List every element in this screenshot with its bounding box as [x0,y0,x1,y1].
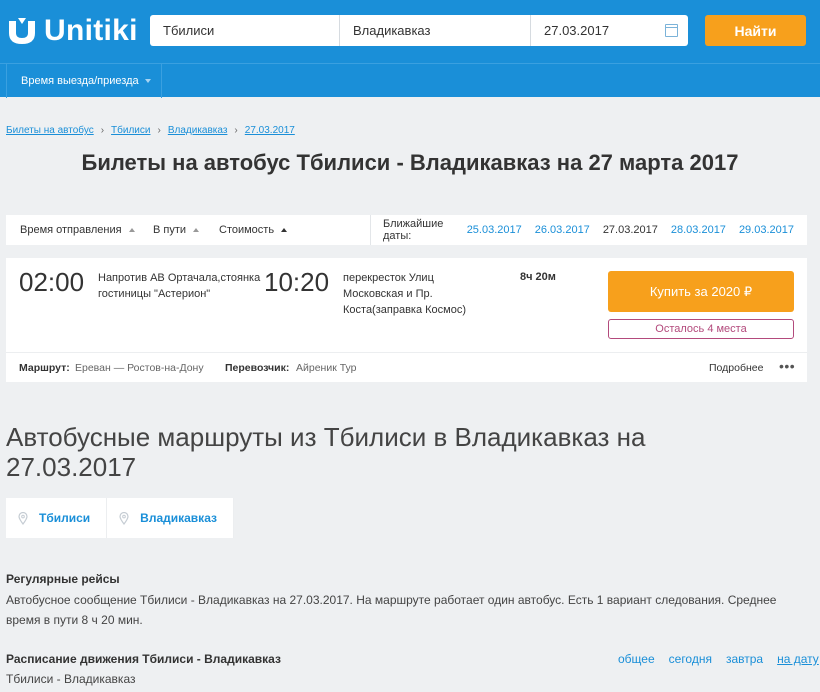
city-tab-to[interactable]: Владикавказ [107,498,234,538]
carrier-label: Перевозчик: [225,362,290,374]
breadcrumb: Билеты на автобус › Тбилиси › Владикавка… [6,125,295,136]
breadcrumb-link[interactable]: Билеты на автобус [6,125,94,136]
city-tabs: Тбилиси Владикавказ [6,498,234,538]
from-value: Тбилиси [163,23,215,38]
trip-duration: 8ч 20м [520,271,556,283]
sort-arrow-icon [128,228,135,232]
trip-details-row: Маршрут: Ереван — Ростов-на-Дону Перевоз… [6,352,807,382]
details-link[interactable]: Подробнее [709,362,763,374]
breadcrumb-separator: › [234,125,238,136]
calendar-icon[interactable] [665,24,678,37]
from-input[interactable]: Тбилиси [150,15,340,46]
sort-price[interactable]: Стоимость [219,215,288,245]
logo[interactable]: Unitiki [6,14,138,48]
top-header: Unitiki Тбилиси Владикавказ 27.03.2017 Н… [0,0,820,98]
arrival-stop: перекресток Улиц Московская и Пр. Коста(… [343,272,467,316]
breadcrumb-separator: › [100,125,105,136]
sort-travel-label: В пути [153,224,187,236]
to-input[interactable]: Владикавказ [340,15,531,46]
departure-time: 02:00 [19,267,85,297]
schedule-link-date[interactable]: на дату [777,652,819,666]
regular-trips-text: Автобусное сообщение Тбилиси - Владикавк… [6,593,777,627]
breadcrumb-link[interactable]: Владикавказ [168,125,228,136]
sort-departure-label: Время отправления [20,224,122,236]
chevron-down-icon [144,79,151,83]
route-label: Маршрут: [19,362,70,374]
breadcrumb-link[interactable]: Тбилиси [111,125,150,136]
search-button[interactable]: Найти [705,15,806,46]
schedule-link-tomorrow[interactable]: завтра [726,652,763,666]
date-link[interactable]: 29.03.2017 [739,224,794,236]
date-link[interactable]: 26.03.2017 [535,224,590,236]
breadcrumb-link[interactable]: 27.03.2017 [245,125,295,136]
date-current: 27.03.2017 [602,224,658,236]
to-value: Владикавказ [353,23,431,38]
schedule-links: общее сегодня завтра на дату [618,652,819,666]
sort-travel-time[interactable]: В пути [153,215,200,245]
date-input[interactable]: 27.03.2017 [531,15,688,46]
date-link[interactable]: 25.03.2017 [467,224,522,236]
date-link[interactable]: 28.03.2017 [671,224,726,236]
more-dots-icon[interactable]: ••• [779,358,795,374]
nearest-dates: Ближайшие даты: 25.03.2017 26.03.2017 27… [370,215,807,245]
route-value: Ереван — Ростов-на-Дону [75,362,204,374]
filter-bar: Время выезда/приезда [0,63,820,98]
departure-stop: Напротив АВ Ортачала,стоянка гостиницы "… [98,272,261,300]
seats-left-badge: Осталось 4 места [608,319,794,339]
buy-ticket-button[interactable]: Купить за 2020 ₽ [608,271,794,312]
location-pin-icon [119,511,129,525]
schedule-heading: Расписание движения Тбилиси - Владикавка… [6,652,281,666]
time-filter-label: Время выезда/приезда [21,75,139,87]
logo-mark-icon [9,18,35,44]
schedule-route: Тбилиси - Владикавказ [6,672,136,686]
city-tab-label: Владикавказ [140,511,217,525]
schedule-link-today[interactable]: сегодня [669,652,712,666]
sort-arrow-icon [281,228,288,232]
nearest-dates-label: Ближайшие даты: [383,218,444,242]
time-filter-dropdown[interactable]: Время выезда/приезда [6,64,162,98]
routes-title: Автобусные маршруты из Тбилиси в Владика… [6,422,646,482]
date-value: 27.03.2017 [544,23,610,38]
sort-arrow-icon [193,228,200,232]
page-title: Билеты на автобус Тбилиси - Владикавказ … [81,150,739,175]
schedule-link-general[interactable]: общее [618,652,655,666]
location-pin-icon [18,511,28,525]
regular-trips-heading: Регулярные рейсы [6,572,120,586]
arrival-time: 10:20 [264,267,330,297]
sort-price-label: Стоимость [219,224,275,236]
sort-departure[interactable]: Время отправления [20,215,135,245]
sort-bar: Время отправления В пути Стоимость Ближа… [6,215,807,245]
city-tab-label: Тбилиси [39,511,91,525]
city-tab-from[interactable]: Тбилиси [6,498,108,538]
logo-text: Unitiki [44,14,138,47]
carrier-value: Айреник Тур [296,362,357,374]
trip-card: 02:00 Напротив АВ Ортачала,стоянка гости… [6,258,807,382]
breadcrumb-separator: › [157,125,161,136]
